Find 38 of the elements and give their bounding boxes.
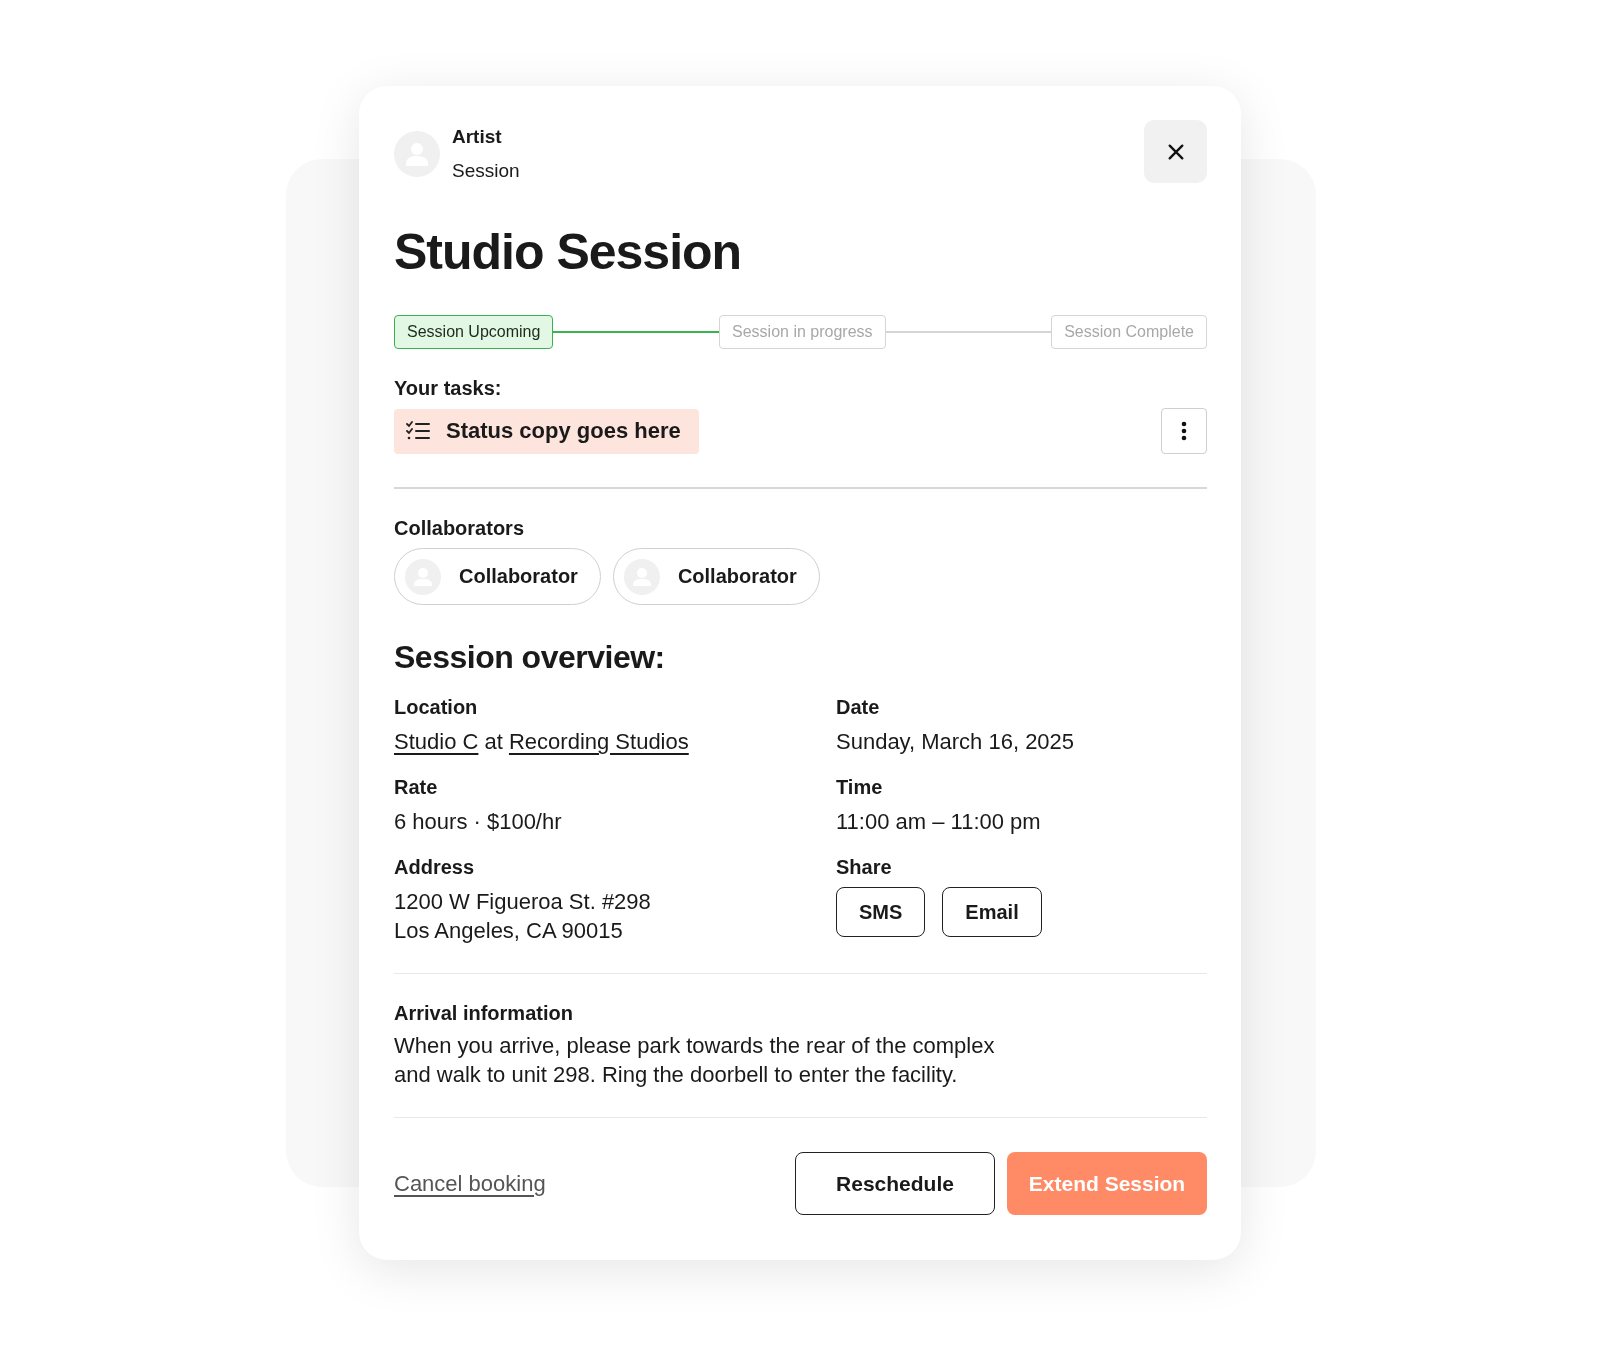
status-step: Session in progress — [719, 315, 886, 349]
date-label: Date — [836, 696, 881, 719]
location-link[interactable]: Recording Studios — [508, 729, 689, 754]
collaborator-chip[interactable]: Collaborator — [394, 548, 601, 605]
rate-label: Rate — [394, 776, 439, 799]
tasks-label: Your tasks: — [394, 377, 503, 400]
time-label: Time — [836, 776, 884, 799]
avatar-icon — [405, 558, 441, 595]
collaborators-label: Collaborators — [394, 517, 526, 540]
reschedule-button[interactable]: Reschedule — [795, 1152, 995, 1215]
close-button[interactable] — [1144, 120, 1207, 183]
close-icon — [1166, 142, 1185, 161]
overview-heading: Session overview: — [394, 639, 666, 676]
date-value: Sunday, March 16, 2025 — [836, 728, 1076, 756]
share-button[interactable]: SMS — [836, 887, 926, 937]
status-text: Status copy goes here — [446, 418, 681, 444]
more-icon — [1181, 421, 1187, 441]
more-button[interactable] — [1161, 408, 1207, 454]
arrival-label: Arrival information — [394, 1002, 574, 1025]
artist-name: Artist — [452, 126, 503, 148]
rate-value: 6 hours · $100/hr — [394, 808, 563, 836]
share-label: Share — [836, 856, 893, 879]
address-value: 1200 W Figueroa St. #298 Los Angeles, CA 90015 — [394, 888, 652, 945]
session-label: Session — [452, 160, 520, 182]
time-value: 11:00 am – 11:00 pm — [836, 808, 1042, 836]
page-title: Studio Session — [394, 223, 743, 281]
cancel-link[interactable]: Cancel booking — [394, 1170, 546, 1197]
share-button[interactable]: Email — [942, 887, 1042, 937]
arrival-text: When you arrive, please park towards the rear of the complex and walk to unit 298. Ring the doorbell to enter the facility. — [394, 1032, 996, 1089]
status-step: Session Upcoming — [394, 315, 554, 349]
checklist-icon — [406, 421, 430, 441]
status-step: Session Complete — [1051, 315, 1207, 349]
avatar-icon — [623, 558, 660, 595]
collaborator-chip[interactable]: Collaborator — [612, 548, 820, 605]
location-link[interactable]: Studio C — [394, 729, 479, 754]
address-label: Address — [394, 856, 476, 879]
location-value: Studio C at Recording Studios — [394, 728, 690, 756]
location-label: Location — [394, 696, 479, 719]
